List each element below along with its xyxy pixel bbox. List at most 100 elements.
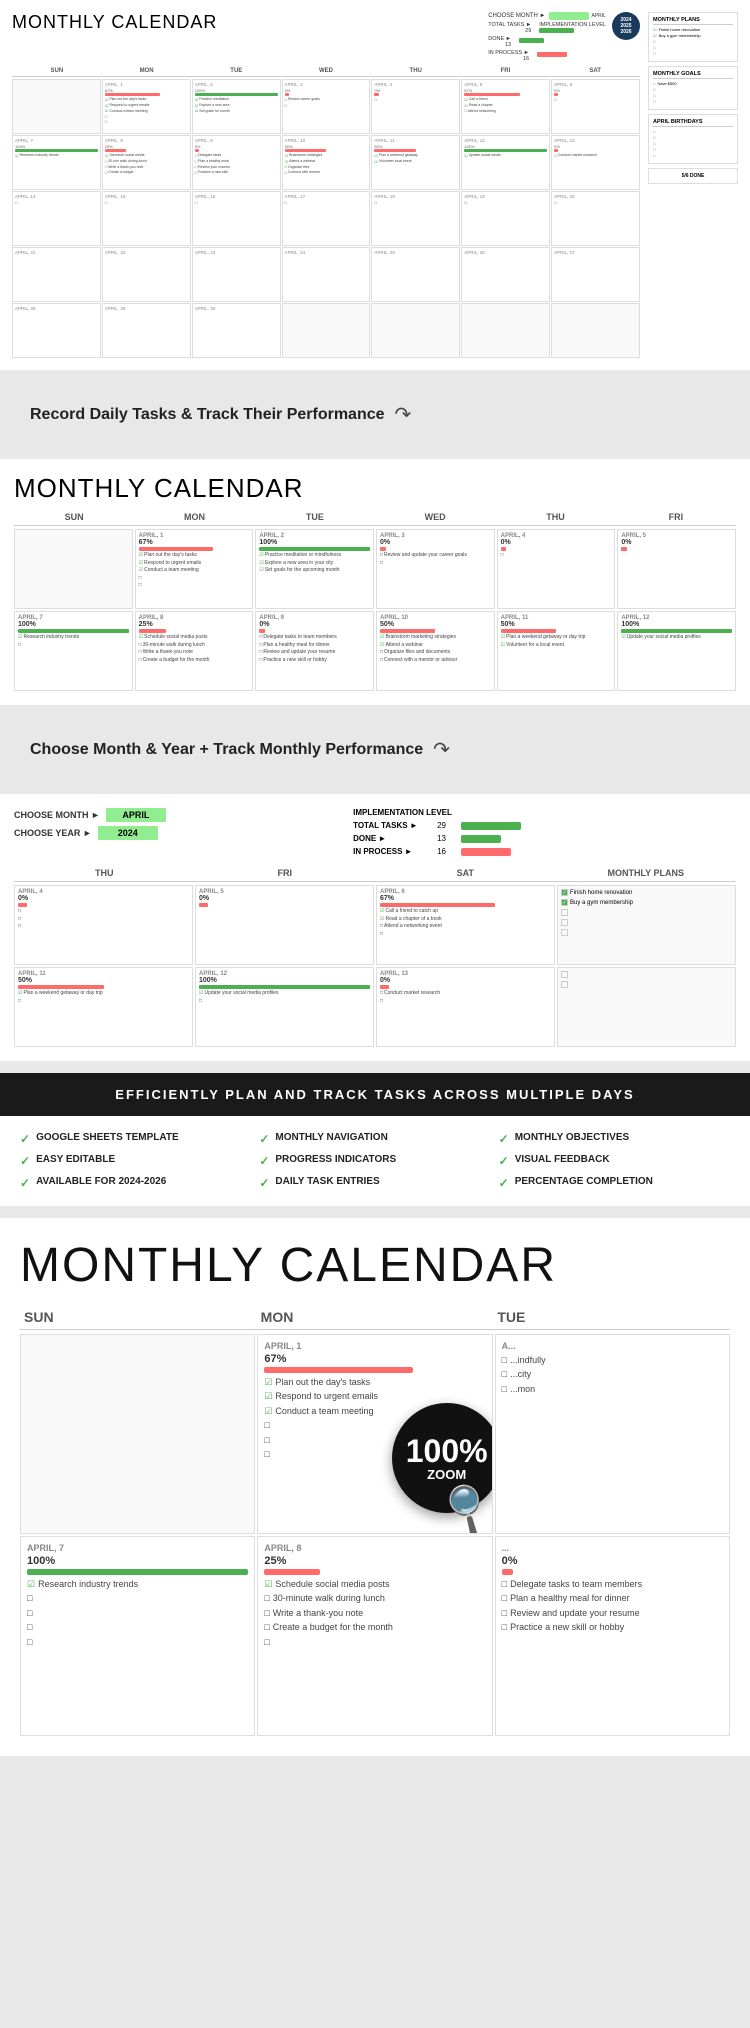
- c3-apr5[interactable]: APRIL, 5 0%: [195, 885, 374, 965]
- c4-tue1[interactable]: A... ...indfully ...city ...mon: [495, 1334, 730, 1534]
- feature-text-7: AVAILABLE FOR 2024-2026: [36, 1176, 166, 1187]
- cal-grid-row4: APRIL, 21 APRIL, 22 APRIL, 23 APRIL, 24 …: [12, 247, 640, 302]
- cal-cell-apr22[interactable]: APRIL, 22: [102, 247, 191, 302]
- plan-item-2[interactable]: Buy a gym membership: [653, 33, 733, 38]
- plan3-2[interactable]: ✓ Buy a gym membership: [561, 899, 732, 906]
- plan3-cb-3[interactable]: [561, 909, 568, 916]
- pb-apr5: [464, 93, 520, 96]
- cal-cell-apr21[interactable]: APRIL, 21: [12, 247, 101, 302]
- c4-apr7[interactable]: APRIL, 7 100% Research industry trends: [20, 1536, 255, 1736]
- c2-apr2[interactable]: APRIL, 2 100% Practice meditation or min…: [255, 529, 374, 609]
- plan3-cb-6[interactable]: [561, 971, 568, 978]
- choose-year-value-3[interactable]: 2024: [98, 826, 158, 840]
- plan3-3[interactable]: [561, 909, 732, 916]
- c2-apr7[interactable]: APRIL, 7 100% Research industry trends: [14, 611, 133, 691]
- plan-item-4[interactable]: [653, 45, 733, 50]
- cal-cell-apr6[interactable]: APRIL, 6 0%: [551, 79, 640, 134]
- c2-apr3[interactable]: APRIL, 3 0% Review and update your caree…: [376, 529, 495, 609]
- d3-sat: SAT: [375, 868, 556, 878]
- pb3-apr6: [380, 903, 495, 907]
- arrow-1: ↷: [395, 402, 412, 427]
- birthday-item-1[interactable]: [653, 129, 733, 134]
- c3-apr11[interactable]: APRIL, 11 50% Plan a weekend getaway or …: [14, 967, 193, 1047]
- cal-cell-apr2[interactable]: APRIL, 2 100% Practice meditation Explor…: [192, 79, 281, 134]
- birthday-item-4[interactable]: [653, 147, 733, 152]
- cal-cell-apr23[interactable]: APRIL, 23: [192, 247, 281, 302]
- plan-item-3[interactable]: [653, 39, 733, 44]
- choose-month-value-3[interactable]: APRIL: [106, 808, 166, 822]
- dark-banner: EFFICIENTLY PLAN AND TRACK TASKS ACROSS …: [0, 1073, 750, 1116]
- cal-cell-apr24[interactable]: APRIL, 24: [282, 247, 371, 302]
- plan3-7[interactable]: [561, 981, 732, 988]
- goal-item-3[interactable]: [653, 93, 733, 98]
- c4-apr9[interactable]: ... 0% Delegate tasks to team members Pl…: [495, 1536, 730, 1736]
- cal-cell-apr10[interactable]: APRIL, 10 50% Brainstorm strategies Atte…: [282, 135, 371, 190]
- cal-grid-row5: APRIL, 28 APRIL, 29 APRIL, 30: [12, 303, 640, 358]
- birthday-item-3[interactable]: [653, 141, 733, 146]
- c2-apr10[interactable]: APRIL, 10 50% Brainstorm marketing strat…: [376, 611, 495, 691]
- done-stat-box: 5/6 DONE: [648, 168, 738, 184]
- pb-apr4: [374, 93, 378, 96]
- goal-item-4[interactable]: [653, 99, 733, 104]
- cal-cell-apr4[interactable]: APRIL, 4 0%: [371, 79, 460, 134]
- d4-sun: SUN: [20, 1309, 257, 1325]
- c3-apr12[interactable]: APRIL, 12 100% Update your social media …: [195, 967, 374, 1047]
- title-light-2: CALENDAR: [146, 473, 304, 503]
- cal-cell-apr13[interactable]: APRIL, 13 0% Conduct market research: [551, 135, 640, 190]
- cal-cell-apr19[interactable]: APRIL, 19: [461, 191, 550, 246]
- goal-item-2[interactable]: [653, 87, 733, 92]
- c3-apr4[interactable]: APRIL, 4 0%: [14, 885, 193, 965]
- plan3-cb-4[interactable]: [561, 919, 568, 926]
- plan-item-5[interactable]: [653, 51, 733, 56]
- plan3-cb-7[interactable]: [561, 981, 568, 988]
- c3-apr13[interactable]: APRIL, 13 0% Conduct market research: [376, 967, 555, 1047]
- birthday-item-2[interactable]: [653, 135, 733, 140]
- goal-item-1[interactable]: Save $500: [653, 81, 733, 86]
- cal-cell-apr30[interactable]: APRIL, 30: [192, 303, 281, 358]
- cal-cell-apr11[interactable]: APRIL, 11 50% Plan a weekend getaway Vol…: [371, 135, 460, 190]
- plan3-5[interactable]: [561, 929, 732, 936]
- cal-cell-apr3[interactable]: APRIL, 3 0% Review career goals: [282, 79, 371, 134]
- cal-cell-apr17[interactable]: APRIL, 17: [282, 191, 371, 246]
- c4-apr1[interactable]: APRIL, 1 67% Plan out the day's tasks Re…: [257, 1334, 492, 1534]
- plan3-cb-1[interactable]: ✓: [561, 889, 568, 896]
- cal-cell-apr12[interactable]: APRIL, 12 100% Update social media: [461, 135, 550, 190]
- done-bar-3: [461, 835, 501, 843]
- c4-apr8[interactable]: APRIL, 8 25% Schedule social media posts…: [257, 1536, 492, 1736]
- cal-cell-apr25[interactable]: APRIL, 25: [371, 247, 460, 302]
- plan-item-1[interactable]: Finish home renovation: [653, 27, 733, 32]
- birthday-item-5[interactable]: [653, 153, 733, 158]
- c2-apr1[interactable]: APRIL, 1 67% Plan out the day's tasks Re…: [135, 529, 254, 609]
- month-value-1: APRIL: [592, 13, 606, 19]
- cal-cell-apr27[interactable]: APRIL, 27: [551, 247, 640, 302]
- cal-cell-apr5[interactable]: APRIL, 5 67% Call a friend Read a chapte…: [461, 79, 550, 134]
- cal-cell-apr15[interactable]: APRIL, 15: [102, 191, 191, 246]
- c2-apr5[interactable]: APRIL, 5 0%: [617, 529, 736, 609]
- plan3-cb-2[interactable]: ✓: [561, 899, 568, 906]
- cal-cell-apr1[interactable]: APRIL, 1 67% Plan out the day's tasks Re…: [102, 79, 191, 134]
- pb-apr9: [195, 149, 199, 152]
- cal-cell-apr8[interactable]: APRIL, 8 25% Schedule social media 30-mi…: [102, 135, 191, 190]
- plan3-6[interactable]: [561, 971, 732, 978]
- c2-apr9[interactable]: APRIL, 9 0% Delegate tasks to team membe…: [255, 611, 374, 691]
- cal-cell-apr16[interactable]: APRIL, 16: [192, 191, 281, 246]
- c2-apr4[interactable]: APRIL, 4 0%: [497, 529, 616, 609]
- cal-cell-apr18[interactable]: APRIL, 18: [371, 191, 460, 246]
- cal-cell-apr7[interactable]: APRIL, 7 100% Research industry trends: [12, 135, 101, 190]
- cal-cell-apr20[interactable]: APRIL, 20: [551, 191, 640, 246]
- cal-cell-apr28[interactable]: APRIL, 28: [12, 303, 101, 358]
- plan3-1[interactable]: ✓ Finish home renovation: [561, 889, 732, 896]
- cal-cell-apr26[interactable]: APRIL, 26: [461, 247, 550, 302]
- plan3-4[interactable]: [561, 919, 732, 926]
- c2-apr11[interactable]: APRIL, 11 50% Plan a weekend getaway or …: [497, 611, 616, 691]
- c2-apr12[interactable]: APRIL, 12 100% Update your social media …: [617, 611, 736, 691]
- cal-cell-apr29[interactable]: APRIL, 29: [102, 303, 191, 358]
- month-pill-1[interactable]: [549, 12, 589, 20]
- feature-text-1: GOOGLE SHEETS TEMPLATE: [36, 1132, 179, 1143]
- c2-apr8[interactable]: APRIL, 8 25% Schedule social media posts…: [135, 611, 254, 691]
- cal-cell-apr14[interactable]: APRIL, 14: [12, 191, 101, 246]
- plan3-cb-5[interactable]: [561, 929, 568, 936]
- c3-apr6[interactable]: APRIL, 6 67% Call a friend to catch up R…: [376, 885, 555, 965]
- cal-cell-apr9[interactable]: APRIL, 9 0% Delegate tasks Plan a health…: [192, 135, 281, 190]
- day-sat-1: SAT: [550, 68, 640, 74]
